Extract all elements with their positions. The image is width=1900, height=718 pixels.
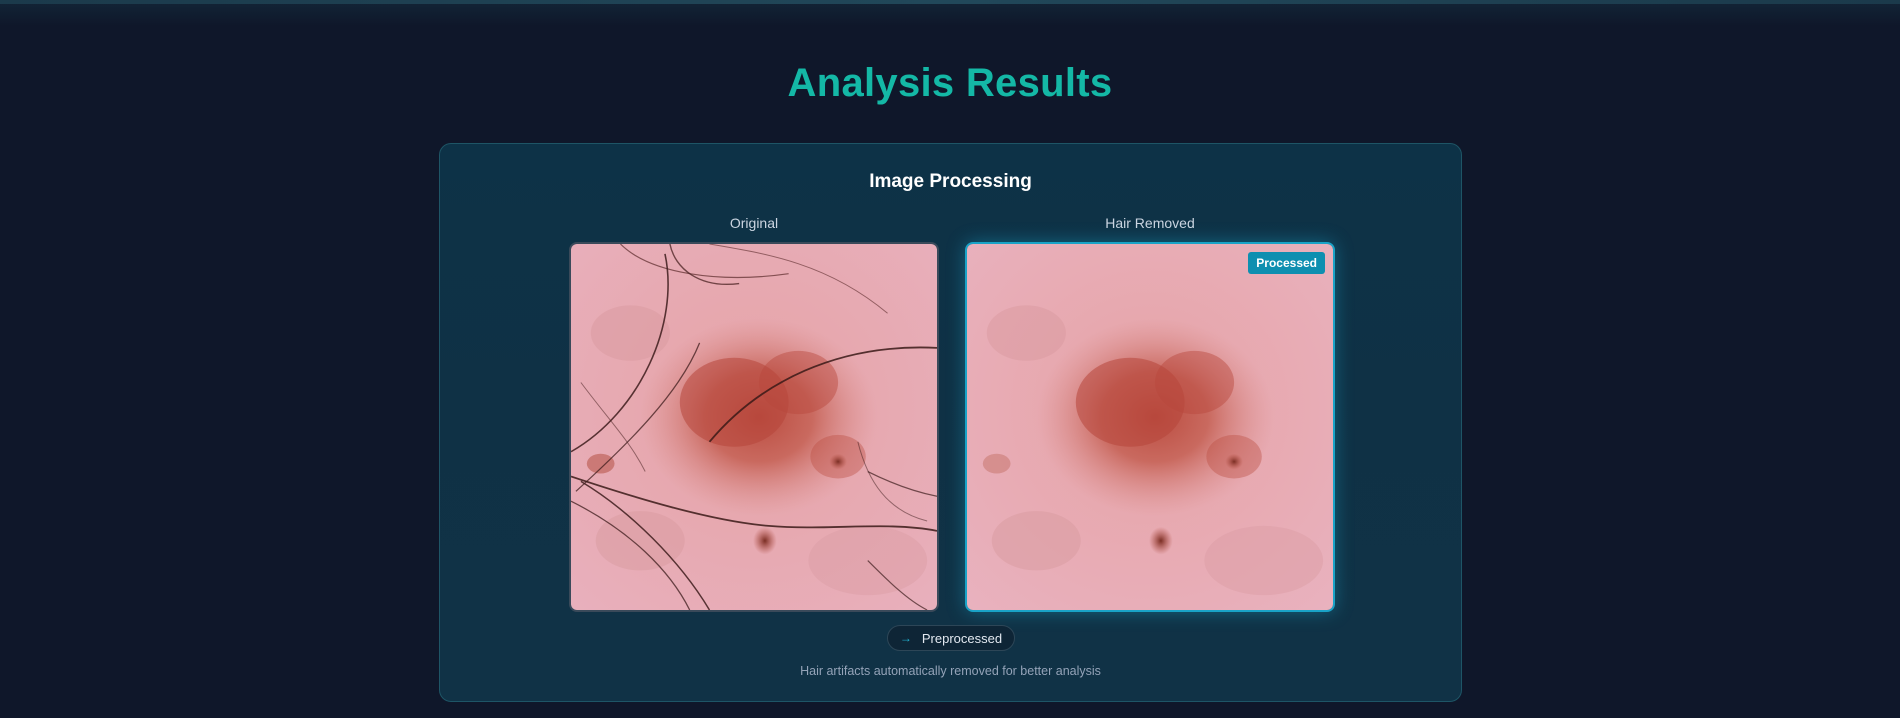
page-title: Analysis Results [787, 61, 1113, 105]
processed-badge: Processed [1248, 252, 1325, 274]
hair-removed-image[interactable]: Processed [965, 242, 1335, 612]
arrow-right-icon: → [899, 631, 912, 645]
original-skin-image [571, 244, 937, 610]
preprocessed-label: Preprocessed [921, 630, 1003, 646]
original-label: Original [729, 215, 779, 231]
original-image[interactable] [569, 242, 939, 612]
preprocessed-pill: → Preprocessed [887, 625, 1015, 651]
image-processing-card: Image Processing Original Hair Removed P… [439, 143, 1462, 702]
card-title: Image Processing [869, 171, 1032, 192]
hair-removed-label: Hair Removed [1105, 215, 1195, 231]
caption-text: Hair artifacts automatically removed for… [800, 664, 1101, 678]
top-glow [0, 4, 1900, 26]
processed-skin-image [967, 244, 1333, 610]
